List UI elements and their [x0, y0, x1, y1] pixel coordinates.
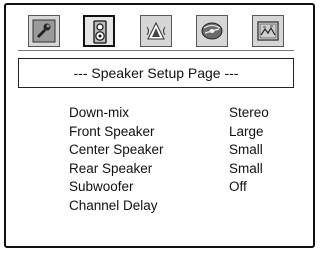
tab-disc-setup[interactable] [196, 15, 228, 47]
menu-item-label: Down-mix [69, 105, 130, 120]
menu-item-value[interactable]: Small [229, 161, 263, 176]
tab-picture-setup[interactable] [252, 15, 284, 47]
menu-item-value[interactable]: Off [229, 179, 247, 194]
tab-bar-divider [18, 50, 294, 51]
menu-item-down-mix[interactable]: Down-mix Stereo [69, 105, 294, 124]
menu-item-subwoofer[interactable]: Subwoofer Off [69, 179, 294, 198]
tab-general-setup[interactable] [28, 15, 60, 47]
setup-tab-bar [18, 11, 294, 51]
tab-audio-setup[interactable] [140, 15, 172, 47]
menu-item-value[interactable]: Large [229, 124, 264, 139]
menu-item-center-speaker[interactable]: Center Speaker Small [69, 142, 294, 161]
audio-icon [146, 21, 166, 40]
menu-item-value[interactable]: Small [229, 142, 263, 157]
speaker-settings-menu: Down-mix Stereo Front Speaker Large Cent… [69, 105, 294, 216]
page-title: --- Speaker Setup Page --- [73, 65, 239, 81]
speaker-icon [93, 20, 107, 44]
menu-item-label: Rear Speaker [69, 160, 153, 176]
menu-item-channel-delay[interactable]: Channel Delay [69, 198, 294, 217]
page-title-bar: --- Speaker Setup Page --- [18, 58, 294, 88]
wrench-icon [32, 19, 56, 43]
picture-icon [257, 21, 279, 41]
tab-speaker-setup[interactable] [83, 15, 115, 47]
menu-item-label: Front Speaker [69, 123, 155, 139]
menu-item-value[interactable]: Stereo [229, 105, 269, 120]
menu-item-front-speaker[interactable]: Front Speaker Large [69, 124, 294, 143]
disc-icon [201, 22, 223, 40]
menu-item-rear-speaker[interactable]: Rear Speaker Small [69, 161, 294, 180]
menu-item-label: Subwoofer [69, 179, 134, 194]
menu-item-label: Channel Delay [69, 197, 158, 213]
menu-item-label: Center Speaker [69, 142, 164, 157]
